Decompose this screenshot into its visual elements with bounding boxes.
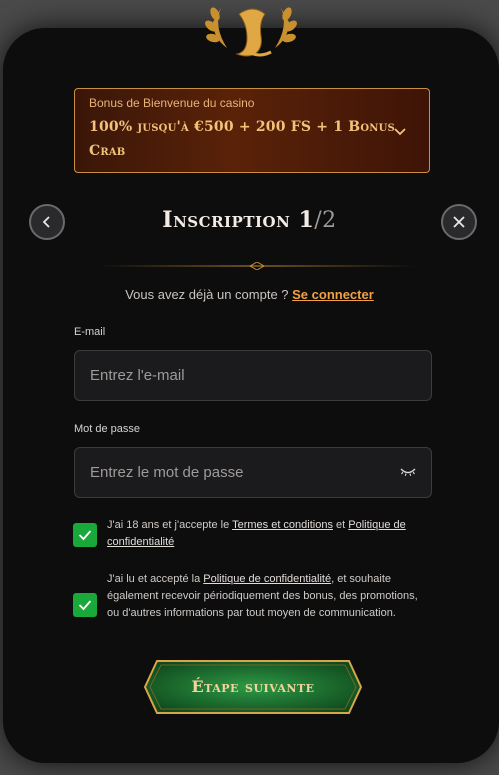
password-label: Mot de passe bbox=[74, 423, 141, 435]
consent2-text-a: J'ai lu et accepté la bbox=[107, 573, 204, 585]
next-step-button[interactable]: Étape suivante bbox=[143, 659, 363, 715]
email-field[interactable] bbox=[74, 350, 432, 401]
login-link[interactable]: Se connecter bbox=[292, 287, 374, 302]
age-terms-text: J'ai 18 ans et j'accepte le Termes et co… bbox=[107, 517, 432, 551]
casino-logo bbox=[205, 7, 297, 57]
page-title: Inscription 1/2 bbox=[0, 207, 499, 233]
chevron-down-icon bbox=[394, 128, 406, 136]
title-divider bbox=[98, 262, 416, 270]
check-icon bbox=[78, 530, 92, 541]
password-field[interactable] bbox=[74, 447, 432, 498]
marketing-consent-text: J'ai lu et accepté la Politique de confi… bbox=[107, 571, 432, 622]
terms-link[interactable]: Termes et conditions bbox=[232, 519, 333, 531]
next-step-label: Étape suivante bbox=[191, 677, 315, 696]
privacy-link-2[interactable]: Politique de confidentialité bbox=[203, 573, 331, 585]
bonus-subtitle: Bonus de Bienvenue du casino bbox=[89, 96, 255, 110]
login-prompt: Vous avez déjà un compte ? Se connecter bbox=[0, 287, 499, 302]
age-terms-checkbox[interactable] bbox=[73, 523, 97, 547]
consent1-text: J'ai 18 ans et j'accepte le bbox=[107, 519, 233, 531]
welcome-bonus-selector[interactable]: Bonus de Bienvenue du casino 100% jusqu'… bbox=[74, 88, 430, 173]
eye-closed-icon[interactable] bbox=[400, 467, 416, 477]
step-indicator: /2 bbox=[314, 208, 337, 233]
login-prompt-text: Vous avez déjà un compte ? bbox=[125, 287, 293, 302]
marketing-consent-checkbox[interactable] bbox=[73, 593, 97, 617]
check-icon bbox=[78, 600, 92, 611]
title-text: Inscription 1 bbox=[162, 207, 315, 233]
consent1-and: et bbox=[332, 519, 349, 531]
bonus-offer: 100% jusqu'à €500 + 200 FS + 1 Bonus Cra… bbox=[89, 119, 395, 159]
email-label: E-mail bbox=[74, 326, 106, 338]
